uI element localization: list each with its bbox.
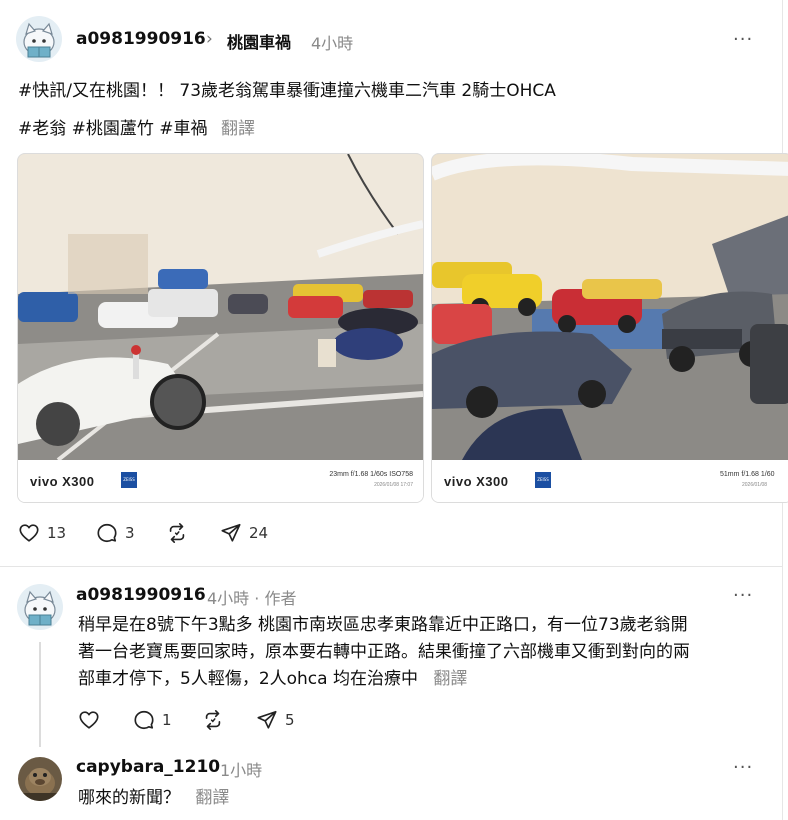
reply-text-line: 哪來的新聞？ 翻譯: [78, 785, 229, 812]
reply-text-line-2: 著一台老寶馬要回家時，原本要右轉中正路。結果衝撞了六部機車又衝到對向的兩: [78, 642, 690, 662]
comment-bubble-icon: [134, 710, 154, 730]
post-time: 4小時: [311, 34, 354, 53]
share-count: 5: [285, 711, 295, 729]
comment-button[interactable]: 1: [133, 709, 172, 731]
divider: [0, 566, 782, 567]
avatar[interactable]: [18, 757, 62, 801]
zeiss-logo-icon: ZEISS: [121, 472, 137, 488]
post-tags-line: #老翁 #桃園蘆竹 #車禍 翻譯: [18, 116, 255, 143]
reply-time: 4小時 · 作者: [207, 585, 296, 609]
reply-time-value: 4小時: [207, 589, 250, 608]
like-button[interactable]: 13: [18, 522, 66, 544]
reply-text-line-3-content: 部車才停下，5人輕傷，2人ohca 均在治療中: [78, 669, 418, 689]
reply-time: 1小時: [220, 761, 263, 780]
share-count: 24: [249, 524, 269, 542]
reply-username[interactable]: capybara_1210: [76, 757, 220, 777]
photo-watermark-bar: vivo X300 ZEISS 23mm f/1.68 1/60s ISO758…: [18, 460, 423, 502]
like-count: 13: [47, 524, 67, 542]
share-button[interactable]: 5: [256, 709, 295, 731]
camera-specs: 23mm f/1.68 1/60s ISO758: [329, 471, 413, 478]
heart-icon: [79, 711, 99, 729]
cat-avatar-icon: [17, 584, 63, 630]
breadcrumb-separator: ›: [206, 29, 213, 49]
avatar[interactable]: [17, 584, 63, 630]
repost-icon: [205, 710, 221, 730]
like-button[interactable]: [78, 709, 107, 731]
post-photo-1[interactable]: vivo X300 ZEISS 23mm f/1.68 1/60s ISO758…: [17, 153, 424, 503]
translate-link[interactable]: 翻譯: [433, 669, 467, 689]
photo-date: 2026/01/08: [742, 482, 768, 488]
send-icon: [257, 710, 277, 729]
heart-icon: [19, 524, 39, 542]
photo-watermark-bar: vivo X300 ZEISS 51mm f/1.68 1/60 2026/01…: [432, 460, 788, 502]
translate-link[interactable]: 翻譯: [221, 119, 255, 139]
reply-text-line-3: 部車才停下，5人輕傷，2人ohca 均在治療中 翻譯: [78, 666, 467, 693]
zeiss-logo-icon: ZEISS: [535, 472, 551, 488]
comment-button[interactable]: 3: [96, 522, 135, 544]
camera-brand-label: vivo X300: [30, 474, 95, 489]
more-options-icon[interactable]: ···: [733, 29, 753, 50]
camera-specs: 51mm f/1.68 1/60: [720, 471, 775, 478]
capybara-avatar-icon: [18, 757, 62, 801]
post-tags[interactable]: #老翁 #桃園蘆竹 #車禍: [18, 119, 208, 139]
comment-count: 1: [162, 711, 172, 729]
comment-count: 3: [125, 524, 135, 542]
cat-avatar-icon: [16, 16, 62, 62]
post-text: #快訊/又在桃園！！ 73歲老翁駕車暴衝連撞六機車二汽車 2騎士OHCA: [18, 81, 556, 101]
reply-text-line-1: 稍早是在8號下午3點多 桃園市南崁區忠孝東路靠近中正路口，有一位73歲老翁開: [78, 615, 688, 635]
post-username[interactable]: a0981990916: [76, 29, 206, 49]
camera-brand-label: vivo X300: [444, 474, 509, 489]
avatar[interactable]: [16, 16, 62, 62]
post-photo-2[interactable]: vivo X300 ZEISS 51mm f/1.68 1/60 2026/01…: [431, 153, 788, 503]
share-button[interactable]: 24: [220, 522, 268, 544]
repost-icon: [169, 523, 185, 543]
thread-line: [39, 642, 41, 747]
send-icon: [221, 523, 241, 542]
repost-button[interactable]: [166, 522, 195, 544]
separator-dot: ·: [254, 589, 260, 608]
more-options-icon[interactable]: ···: [733, 757, 753, 778]
post-topic[interactable]: 桃園車禍: [227, 29, 291, 53]
toy-car-scene-image: [18, 154, 423, 460]
reply-text: 哪來的新聞？: [78, 788, 180, 808]
toy-car-scene-image: [432, 154, 788, 460]
reply-username[interactable]: a0981990916: [76, 585, 206, 605]
author-badge: 作者: [264, 589, 297, 608]
translate-link[interactable]: 翻譯: [195, 788, 229, 808]
more-options-icon[interactable]: ···: [733, 585, 753, 606]
repost-button[interactable]: [202, 709, 231, 731]
photo-date: 2026/01/08 17:07: [374, 482, 413, 488]
comment-bubble-icon: [97, 523, 117, 543]
